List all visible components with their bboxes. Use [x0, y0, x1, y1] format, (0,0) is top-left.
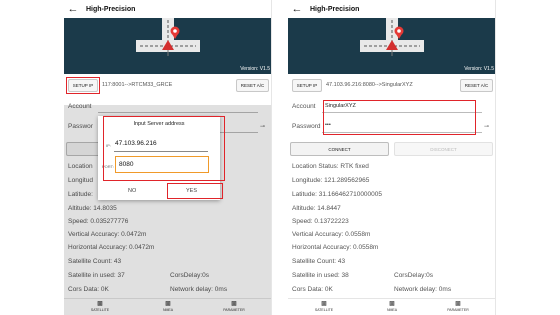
dialog-title: Input Server address — [133, 121, 185, 127]
longitude-stat: Longitude: 121.289562965 — [292, 177, 370, 184]
password-value[interactable]: ••• — [325, 122, 331, 128]
account-label: Account — [292, 103, 316, 110]
nav-parameter[interactable]: ▩ PARAMETER — [433, 301, 483, 312]
satellite-icon: ▩ — [321, 301, 327, 307]
left-screen: ← High-Precision Version: V1.5 SETUP IP … — [64, 0, 272, 315]
back-arrow-icon[interactable]: ← — [288, 3, 306, 15]
bottom-nav: ▩ SATELLITE ▩ NMEA ▩ PARAMETER — [288, 298, 495, 315]
satellite-count-stat: Satellite Count: 43 — [292, 258, 346, 265]
port-input[interactable]: 8080 — [119, 161, 133, 168]
disconnect-button[interactable]: DISCONECT — [394, 142, 493, 156]
ntrip-address: 47.103.96.216:8080-->SingularXYZ — [326, 82, 413, 88]
reset-ac-button[interactable]: RESET A/C — [236, 79, 269, 92]
ntrip-address: 117:8001-->RTCM33_GRCE — [102, 82, 173, 88]
nav-satellite[interactable]: ▩ SATELLITE — [299, 301, 349, 312]
dialog-no-button[interactable]: NO — [128, 188, 136, 194]
server-address-dialog: Input Server address IP: 47.103.96.216 P… — [98, 116, 220, 200]
parameter-icon: ▩ — [455, 301, 461, 307]
password-visibility-icon[interactable]: ⊸ — [484, 123, 489, 130]
nmea-icon: ▩ — [389, 301, 395, 307]
location-status-stat: Location Status: RTK fixed — [292, 163, 369, 170]
account-value[interactable]: SingularXYZ — [325, 103, 356, 109]
version-label: Version: V1.5 — [240, 66, 270, 72]
nav-nmea-label: NMEA — [386, 308, 398, 312]
nav-parameter-label: PARAMETER — [447, 308, 469, 312]
connect-button[interactable]: CONNECT — [290, 142, 389, 156]
altitude-stat: Altitude: 14.8447 — [292, 205, 341, 212]
app-bar: ← High-Precision — [288, 0, 495, 18]
app-banner: Version: V1.5 — [288, 18, 495, 74]
app-bar: ← High-Precision — [64, 0, 271, 18]
ip-label: IP: — [106, 143, 111, 148]
speed-stat: Speed: 0.13722223 — [292, 218, 349, 225]
ip-underline — [114, 151, 208, 152]
cors-delay-stat: CorsDelay:0s — [394, 272, 434, 279]
right-screen: ← High-Precision Version: V1.5 SETUP IP … — [288, 0, 496, 315]
reset-ac-button[interactable]: RESET A/C — [460, 79, 493, 92]
port-label: PORT: — [102, 164, 114, 169]
version-label: Version: V1.5 — [464, 66, 494, 72]
nav-satellite-label: SATELLITE — [314, 308, 334, 312]
cors-data-stat: Cors Data: 0K — [292, 286, 333, 293]
satellite-used-stat: Satellite in used: 38 — [292, 272, 349, 279]
app-banner: Version: V1.5 — [64, 18, 271, 74]
network-delay-stat: Network delay: 0ms — [394, 286, 452, 293]
latitude-stat: Latitude: 31.166462710000005 — [292, 191, 383, 198]
nav-nmea[interactable]: ▩ NMEA — [367, 301, 417, 312]
page-title: High-Precision — [310, 5, 360, 13]
dialog-yes-button[interactable]: YES — [186, 188, 197, 194]
page-title: High-Precision — [86, 5, 136, 13]
setup-ip-button[interactable]: SETUP IP — [292, 79, 322, 92]
password-field[interactable] — [322, 132, 482, 133]
setup-ip-button[interactable]: SETUP IP — [68, 79, 98, 92]
ip-input[interactable]: 47.103.96.216 — [115, 140, 157, 147]
vertical-accuracy-stat: Vertical Accuracy: 0.0558m — [292, 231, 371, 238]
account-field[interactable] — [322, 112, 482, 113]
back-arrow-icon[interactable]: ← — [64, 3, 82, 15]
horizontal-accuracy-stat: Horizontal Accuracy: 0.0558m — [292, 244, 379, 251]
password-label: Password — [292, 123, 321, 130]
